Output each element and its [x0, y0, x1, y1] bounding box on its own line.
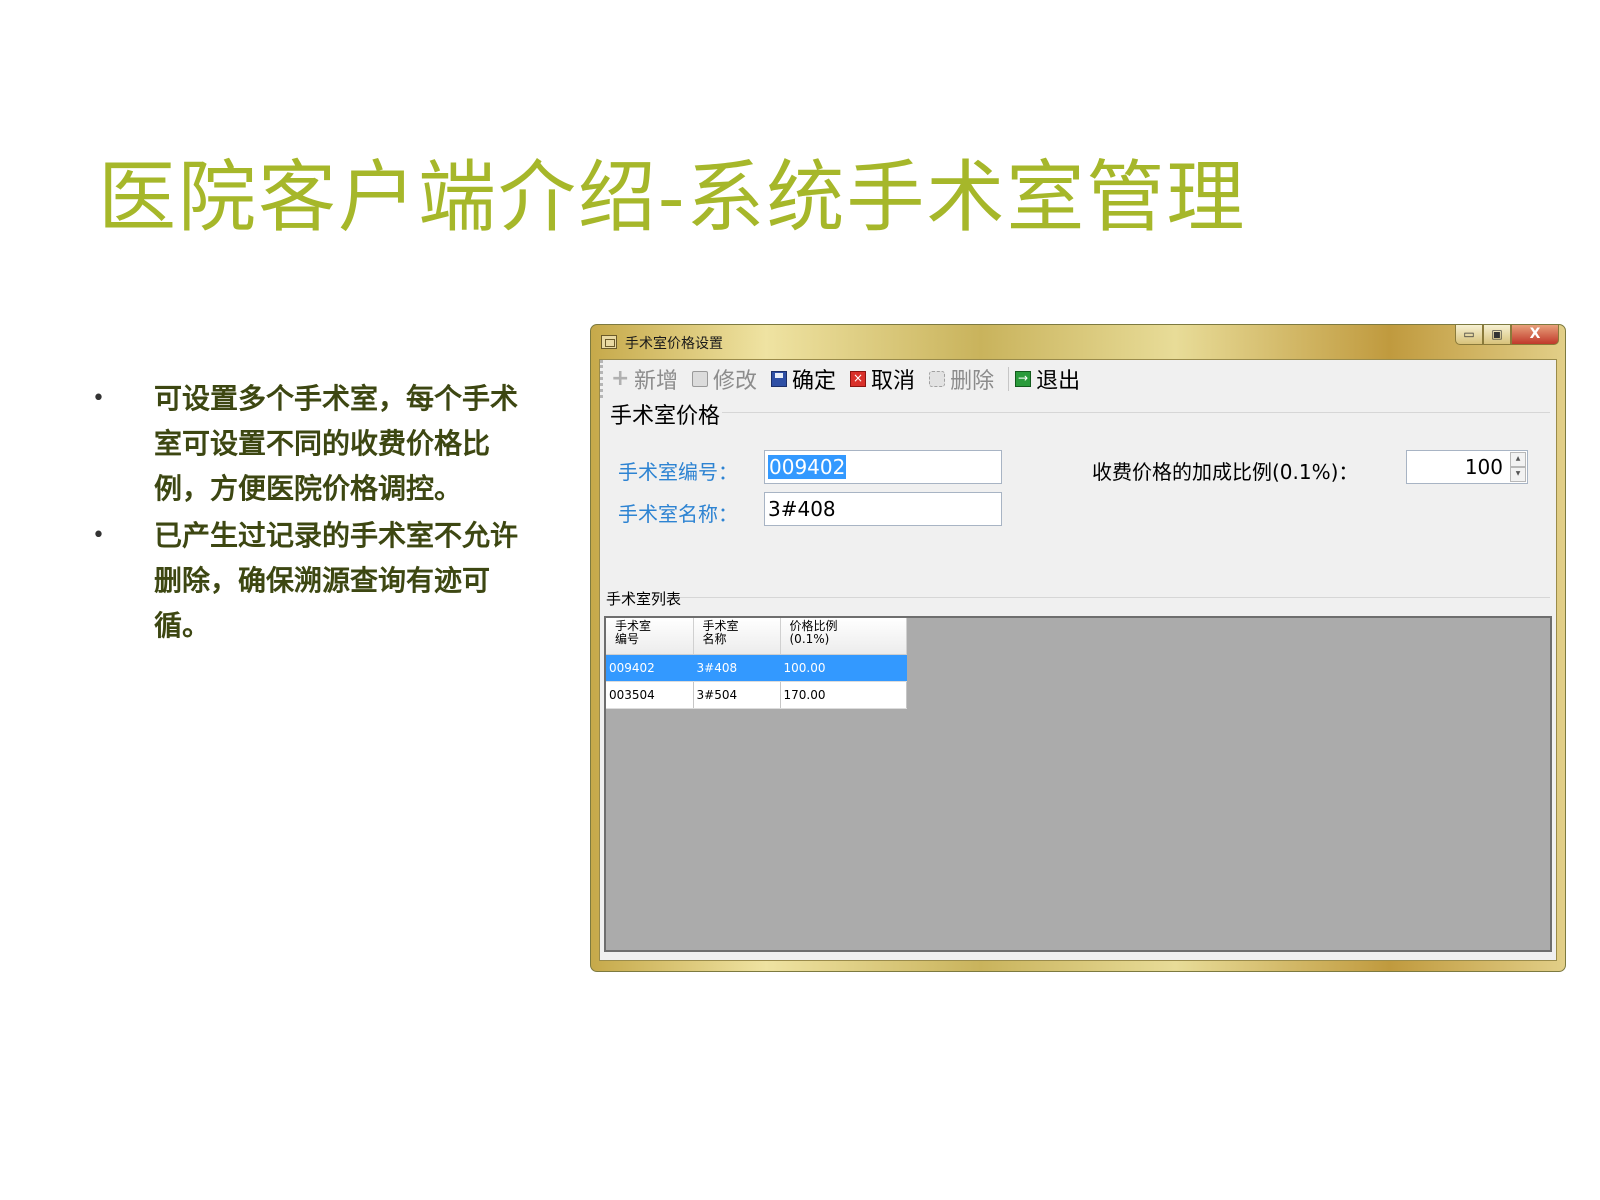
room-name-value: 3#408 [768, 497, 836, 521]
cancel-button[interactable]: × 取消 [850, 363, 915, 395]
bullet-text: 可设置多个手术室，每个手术室可设置不同的收费价格比例，方便医院价格调控。 [154, 382, 519, 505]
room-code-label: 手术室编号： [618, 460, 738, 484]
delete-button[interactable]: 删除 [929, 363, 994, 395]
table-header-row: 手术室 编号 手术室 名称 价格比例 (0.1%) [606, 618, 907, 655]
table-cell: 100.00 [780, 654, 907, 682]
stepper-down-button[interactable]: ▼ [1510, 467, 1526, 482]
exit-button-label: 退出 [1036, 369, 1081, 394]
room-name-field[interactable]: 3#408 [764, 492, 1002, 526]
table-cell: 170.00 [780, 681, 907, 709]
slide-title: 医院客户端介绍-系统手术室管理 [98, 153, 1247, 243]
bullet-item: • 已产生过记录的手术室不允许删除，确保溯源查询有迹可循。 [92, 513, 542, 648]
bullet-text: 已产生过记录的手术室不允许删除，确保溯源查询有迹可循。 [154, 519, 519, 642]
building-icon [601, 335, 617, 349]
column-header-ratio[interactable]: 价格比例 (0.1%) [780, 618, 907, 655]
column-header-line: (0.1%) [789, 632, 830, 646]
stepper-up-button[interactable]: ▲ [1510, 452, 1526, 467]
list-divider [680, 597, 1550, 598]
delete-icon [929, 371, 946, 387]
room-table: 手术室 编号 手术室 名称 价格比例 (0.1%) 009402 3#408 1… [606, 618, 907, 709]
save-icon [771, 371, 788, 387]
group-divider [722, 412, 1550, 413]
add-button[interactable]: + 新增 [611, 363, 678, 395]
add-button-label: 新增 [634, 369, 679, 394]
bullet-marker: • [92, 386, 105, 411]
column-header-name[interactable]: 手术室 名称 [693, 618, 781, 655]
bullet-marker: • [92, 523, 105, 548]
window-client-area: + 新增 修改 确定 × 取消 删除 → 退出 手术室价格 手术室编号： 009… [599, 359, 1557, 961]
room-code-field[interactable]: 009402 [764, 450, 1002, 484]
column-header-line: 名称 [702, 632, 727, 646]
room-grid[interactable]: 手术室 编号 手术室 名称 价格比例 (0.1%) 009402 3#408 1… [604, 616, 1552, 952]
table-cell: 3#504 [693, 681, 781, 709]
bullet-item: • 可设置多个手术室，每个手术室可设置不同的收费价格比例，方便医院价格调控。 [92, 376, 542, 511]
bullet-list: • 可设置多个手术室，每个手术室可设置不同的收费价格比例，方便医院价格调控。 •… [92, 376, 542, 650]
edit-button-label: 修改 [713, 369, 758, 394]
close-button[interactable]: X [1511, 325, 1559, 345]
ratio-label: 收费价格的加成比例(0.1%)： [1092, 460, 1359, 484]
column-header-code[interactable]: 手术室 编号 [606, 618, 694, 655]
minimize-button[interactable]: ▭ [1455, 325, 1483, 345]
exit-button[interactable]: → 退出 [1015, 363, 1080, 395]
stepper-buttons: ▲ ▼ [1510, 452, 1526, 482]
ratio-stepper[interactable]: 100 ▲ ▼ [1406, 450, 1528, 484]
table-cell: 003504 [606, 681, 694, 709]
cancel-x-icon: × [850, 371, 867, 387]
confirm-button[interactable]: 确定 [771, 363, 836, 395]
room-code-value: 009402 [768, 455, 847, 479]
room-name-label: 手术室名称： [618, 502, 738, 526]
column-header-line: 编号 [615, 632, 640, 646]
cancel-button-label: 取消 [871, 369, 916, 394]
window-titlebar[interactable]: 手术室价格设置 ▭ ▣ X [591, 325, 1565, 359]
exit-arrow-icon: → [1015, 371, 1032, 387]
maximize-button[interactable]: ▣ [1483, 325, 1511, 345]
window-title: 手术室价格设置 [625, 336, 723, 352]
table-cell: 3#408 [693, 654, 781, 682]
list-title: 手术室列表 [606, 590, 682, 608]
table-cell: 009402 [606, 654, 694, 682]
delete-button-label: 删除 [950, 369, 995, 394]
plus-icon: + [611, 366, 630, 391]
table-row[interactable]: 009402 3#408 100.00 [606, 654, 907, 682]
toolbar-separator [1008, 367, 1010, 391]
confirm-button-label: 确定 [792, 369, 837, 394]
group-title: 手术室价格 [610, 404, 721, 429]
toolbar: + 新增 修改 确定 × 取消 删除 → 退出 [600, 360, 1556, 398]
window-controls: ▭ ▣ X [1455, 325, 1559, 345]
table-row[interactable]: 003504 3#504 170.00 [606, 681, 907, 709]
edit-icon [692, 371, 709, 387]
ratio-value: 100 [1464, 455, 1503, 479]
edit-button[interactable]: 修改 [692, 363, 757, 395]
app-window: 手术室价格设置 ▭ ▣ X + 新增 修改 确定 × 取消 删除 → 退出 手术… [590, 324, 1566, 972]
